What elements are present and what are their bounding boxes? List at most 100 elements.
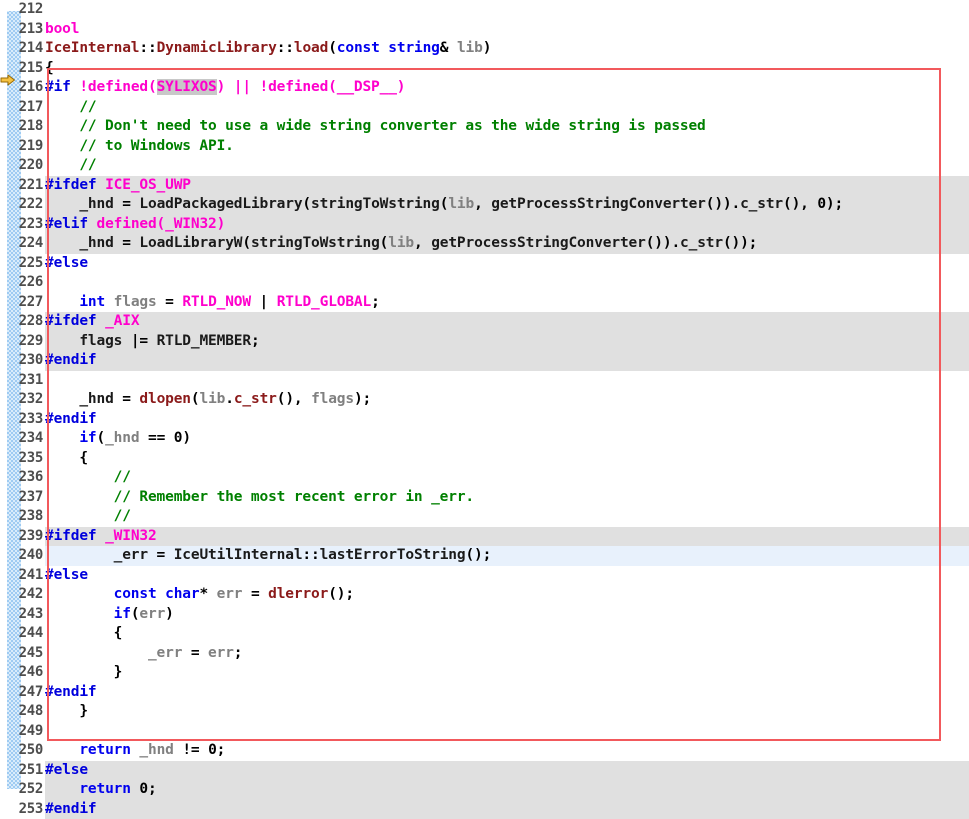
code-line[interactable]: return 0; <box>45 780 969 800</box>
code-token: = <box>182 645 208 661</box>
code-line[interactable]: int flags = RTLD_NOW | RTLD_GLOBAL; <box>45 293 969 313</box>
code-token: | <box>251 294 277 310</box>
code-line[interactable]: #endif <box>45 410 969 430</box>
code-line[interactable]: #endif <box>45 800 969 819</box>
code-token: ) <box>182 430 191 446</box>
code-line[interactable] <box>45 0 969 20</box>
code-token: ; <box>148 781 157 797</box>
code-line[interactable]: if(_hnd == 0) <box>45 429 969 449</box>
code-token: . <box>731 196 740 212</box>
code-line[interactable]: _err = err; <box>45 644 969 664</box>
code-token: ( <box>328 40 337 56</box>
code-token: ; <box>251 333 260 349</box>
code-line[interactable]: #endif <box>45 683 969 703</box>
code-line[interactable]: #else <box>45 254 969 274</box>
code-token: // to Windows API. <box>45 138 234 154</box>
code-line[interactable]: IceInternal::DynamicLibrary::load(const … <box>45 39 969 59</box>
line-number: 227 <box>0 293 43 313</box>
code-token: err <box>217 586 243 602</box>
code-token: ) <box>165 606 174 622</box>
code-line[interactable]: { <box>45 59 969 79</box>
code-line[interactable]: // <box>45 98 969 118</box>
code-line[interactable]: } <box>45 663 969 683</box>
line-number: 236 <box>0 468 43 488</box>
code-line[interactable]: bool <box>45 20 969 40</box>
code-token: c_str <box>680 235 723 251</box>
code-token: . <box>671 235 680 251</box>
code-token <box>45 606 114 622</box>
code-token: DynamicLibrary <box>157 40 277 56</box>
code-line[interactable]: #ifdef _AIX <box>45 312 969 332</box>
line-number: 232 <box>0 390 43 410</box>
code-line[interactable]: #if !defined(SYLIXOS) || !defined(__DSP_… <box>45 78 969 98</box>
code-token: IceUtilInternal <box>174 547 303 563</box>
code-token: } <box>45 664 122 680</box>
line-number: 234 <box>0 429 43 449</box>
line-number: 222 <box>0 195 43 215</box>
code-line[interactable]: const char* err = dlerror(); <box>45 585 969 605</box>
code-token: stringToWstring <box>251 235 380 251</box>
code-token: _hnd <box>79 235 113 251</box>
code-token <box>45 547 114 563</box>
code-token <box>45 645 148 661</box>
code-line[interactable]: _err = IceUtilInternal::lastErrorToStrin… <box>45 546 969 566</box>
code-line[interactable]: // to Windows API. <box>45 137 969 157</box>
code-token <box>45 294 79 310</box>
code-token: // Remember the most recent error in _er… <box>45 489 474 505</box>
line-number: 214 <box>0 39 43 59</box>
code-token: = <box>114 196 140 212</box>
code-token <box>96 528 105 544</box>
code-line[interactable]: #elif defined(_WIN32) <box>45 215 969 235</box>
code-token: if <box>79 430 96 446</box>
code-line[interactable]: _hnd = LoadPackagedLibrary(stringToWstri… <box>45 195 969 215</box>
code-line[interactable]: // <box>45 468 969 488</box>
code-token: LoadPackagedLibrary <box>139 196 302 212</box>
code-token: // <box>45 157 96 173</box>
code-token: . <box>225 391 234 407</box>
code-token: _err <box>114 547 148 563</box>
line-number: 243 <box>0 605 43 625</box>
code-line[interactable]: #else <box>45 761 969 781</box>
line-number: 239 <box>0 527 43 547</box>
code-token <box>45 742 79 758</box>
code-line[interactable]: // <box>45 156 969 176</box>
code-line[interactable]: _hnd = LoadLibraryW(stringToWstring(lib,… <box>45 234 969 254</box>
code-token: } <box>45 703 88 719</box>
code-line[interactable]: return _hnd != 0; <box>45 741 969 761</box>
code-token: ) || !defined(__DSP__) <box>217 79 406 95</box>
line-number-gutter[interactable]: 2122132142152162172182192202212222232242… <box>0 0 45 789</box>
code-token <box>45 391 79 407</box>
code-line[interactable]: if(err) <box>45 605 969 625</box>
code-token: // <box>45 469 131 485</box>
code-token <box>45 196 79 212</box>
code-token: = <box>157 294 183 310</box>
code-line[interactable] <box>45 273 969 293</box>
code-line[interactable]: #ifdef _WIN32 <box>45 527 969 547</box>
code-line[interactable]: // <box>45 507 969 527</box>
code-token: #if <box>45 79 71 95</box>
code-line[interactable] <box>45 722 969 742</box>
code-token: & <box>440 40 457 56</box>
code-token: ; <box>371 294 380 310</box>
line-number: 228 <box>0 312 43 332</box>
code-line[interactable]: // Remember the most recent error in _er… <box>45 488 969 508</box>
code-token: #else <box>45 567 88 583</box>
code-token: (), <box>783 196 817 212</box>
code-line[interactable]: #endif <box>45 351 969 371</box>
code-editor[interactable]: 2122132142152162172182192202212222232242… <box>0 0 969 789</box>
code-line[interactable]: } <box>45 702 969 722</box>
code-line[interactable]: { <box>45 624 969 644</box>
code-text-area[interactable]: boolIceInternal::DynamicLibrary::load(co… <box>45 0 969 789</box>
code-line[interactable]: _hnd = dlopen(lib.c_str(), flags); <box>45 390 969 410</box>
line-number: 225 <box>0 254 43 274</box>
code-line[interactable]: // Don't need to use a wide string conve… <box>45 117 969 137</box>
code-token <box>88 216 97 232</box>
code-line[interactable] <box>45 371 969 391</box>
code-line[interactable]: #else <box>45 566 969 586</box>
code-line[interactable]: { <box>45 449 969 469</box>
code-line[interactable]: #ifdef ICE_OS_UWP <box>45 176 969 196</box>
code-token: ()) <box>706 196 732 212</box>
code-line[interactable]: flags |= RTLD_MEMBER; <box>45 332 969 352</box>
line-number: 219 <box>0 137 43 157</box>
code-token: _hnd <box>105 430 139 446</box>
